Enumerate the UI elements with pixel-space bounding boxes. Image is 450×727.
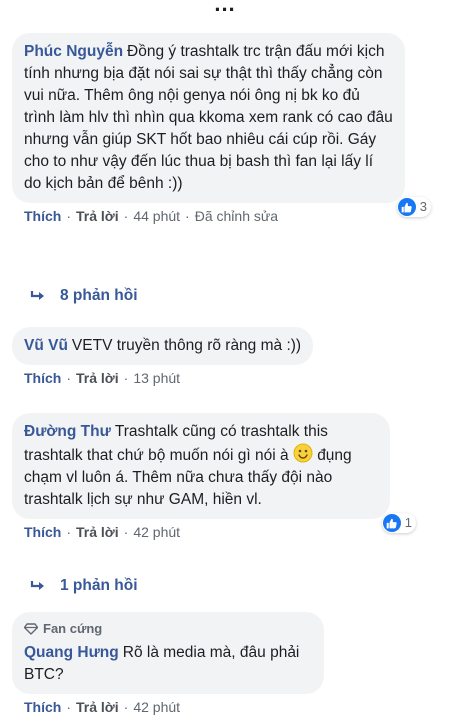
reply-button[interactable]: Trả lời	[76, 208, 119, 224]
like-icon	[382, 514, 401, 532]
like-button[interactable]: Thích	[24, 524, 61, 540]
reply-button[interactable]: Trả lời	[76, 524, 119, 540]
comment-text: VETV truyền thông rõ ràng mà :))	[71, 337, 302, 354]
comment-text: Đồng ý trashtalk trc trận đấu mới kịch t…	[24, 43, 393, 192]
reaction-count: 1	[404, 515, 412, 530]
like-button[interactable]: Thích	[24, 370, 61, 386]
comment-bubble: Đường Thư Trashtalk cũng có trashtalk thi…	[12, 413, 416, 533]
comment-actions: Thích · Trả lời · 42 phút	[24, 699, 181, 715]
comment-time[interactable]: 42 phút	[133, 699, 180, 715]
more-comments-indicator[interactable]: ...	[0, 0, 450, 15]
like-icon	[397, 198, 416, 216]
comment-actions: Thích · Trả lời · 44 phút · Đã chỉnh sửa	[24, 208, 279, 224]
comment-author[interactable]: Đường Thư	[24, 423, 111, 440]
comment-4: Fan cứng Quang Hưng Rõ là media mà, đâu p…	[12, 612, 324, 717]
comment-author[interactable]: Vũ Vũ	[24, 337, 68, 354]
comment-bubble: Fan cứng Quang Hưng Rõ là media mà, đâu p…	[12, 612, 324, 694]
replies-count[interactable]: 8 phản hồi	[60, 287, 138, 305]
comment-bubble: Phúc Nguyễn Đồng ý trashtalk trc trận đấu…	[12, 33, 431, 217]
comment-bubble: Vũ Vũ VETV truyền thông rõ ràng mà :))	[12, 327, 314, 365]
comment-1: Phúc Nguyễn Đồng ý trashtalk trc trận đấu…	[12, 33, 431, 226]
comment-author[interactable]: Quang Hưng	[24, 644, 119, 661]
diamond-icon	[24, 623, 38, 635]
like-button[interactable]: Thích	[24, 699, 61, 715]
comment-author[interactable]: Phúc Nguyễn	[24, 43, 123, 60]
smile-emoji-icon	[293, 443, 313, 463]
reaction-summary[interactable]: 1	[381, 513, 416, 533]
reply-arrow-icon	[30, 290, 46, 302]
comment-actions: Thích · Trả lời · 13 phút	[24, 370, 181, 386]
comment-2: Vũ Vũ VETV truyền thông rõ ràng mà :)) Th…	[12, 327, 314, 388]
comment-time[interactable]: 13 phút	[133, 370, 180, 386]
fan-badge-label: Fan cứng	[43, 621, 103, 636]
view-replies-link[interactable]: 1 phản hồi	[30, 577, 138, 595]
replies-count[interactable]: 1 phản hồi	[60, 577, 138, 595]
view-replies-link[interactable]: 8 phản hồi	[30, 287, 138, 305]
reply-arrow-icon	[30, 580, 46, 592]
reply-button[interactable]: Trả lời	[76, 699, 119, 715]
comment-time[interactable]: 42 phút	[133, 524, 180, 540]
like-button[interactable]: Thích	[24, 208, 61, 224]
edited-label[interactable]: Đã chỉnh sửa	[195, 208, 278, 224]
comment-time[interactable]: 44 phút	[133, 208, 180, 224]
comment-actions: Thích · Trả lời · 42 phút	[24, 524, 181, 540]
comment-3: Đường Thư Trashtalk cũng có trashtalk thi…	[12, 413, 416, 542]
reaction-summary[interactable]: 3	[396, 197, 431, 217]
fan-badge[interactable]: Fan cứng	[24, 618, 312, 640]
reaction-count: 3	[419, 199, 427, 214]
reply-button[interactable]: Trả lời	[76, 370, 119, 386]
